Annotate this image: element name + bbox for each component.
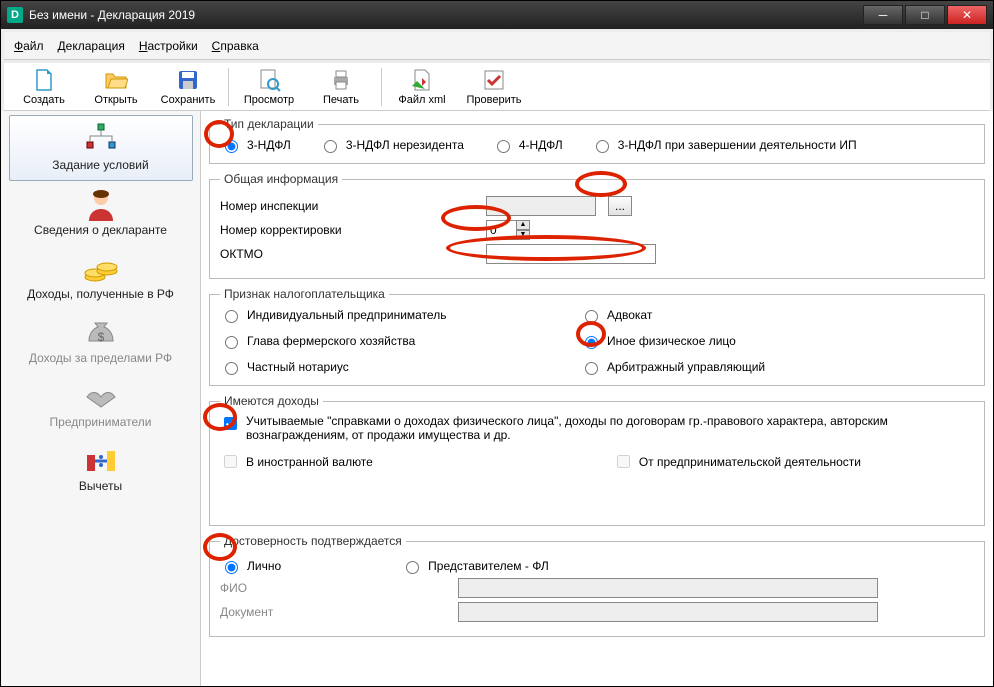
xml-file-icon bbox=[410, 68, 434, 92]
save-icon bbox=[176, 68, 200, 92]
coins-icon bbox=[81, 251, 121, 285]
radio-4ndfl[interactable]: 4-НДФЛ bbox=[492, 137, 563, 153]
confirmation-legend: Достоверность подтверждается bbox=[220, 534, 406, 548]
sidebar-item-label: Сведения о декларанте bbox=[11, 223, 191, 237]
correction-input[interactable] bbox=[486, 220, 516, 240]
toolbar-print-button[interactable]: Печать bbox=[305, 64, 377, 110]
spin-up-button[interactable]: ▲ bbox=[516, 220, 530, 230]
deductions-icon bbox=[81, 443, 121, 477]
sidebar-item-label: Предприниматели bbox=[11, 415, 191, 429]
taxpayer-sign-group: Признак налогоплательщика Индивидуальный… bbox=[209, 287, 985, 386]
sidebar-item-income-rf[interactable]: Доходы, полученные в РФ bbox=[9, 245, 193, 309]
sidebar-item-label: Вычеты bbox=[11, 479, 191, 493]
workspace: Задание условий Сведения о декларанте До… bbox=[1, 111, 993, 687]
inspection-label: Номер инспекции bbox=[220, 199, 450, 213]
radio-notary[interactable]: Частный нотариус bbox=[220, 359, 580, 375]
close-button[interactable]: ✕ bbox=[947, 5, 987, 25]
conditions-icon bbox=[81, 122, 121, 156]
money-bag-icon: $ bbox=[81, 315, 121, 349]
preview-icon bbox=[257, 68, 281, 92]
toolbar-open-button[interactable]: Открыть bbox=[80, 64, 152, 110]
sidebar: Задание условий Сведения о декларанте До… bbox=[1, 111, 201, 687]
declaration-type-group: Тип декларации 3-НДФЛ 3-НДФЛ нерезидента… bbox=[209, 117, 985, 164]
oktmo-label: ОКТМО bbox=[220, 247, 450, 261]
menu-help[interactable]: Справка bbox=[212, 39, 259, 53]
folder-open-icon bbox=[104, 68, 128, 92]
sidebar-item-label: Задание условий bbox=[12, 158, 190, 172]
titlebar: D Без имени - Декларация 2019 ─ □ ✕ bbox=[1, 1, 993, 29]
toolbar-separator bbox=[381, 68, 382, 106]
sidebar-item-label: Доходы за пределами РФ bbox=[11, 351, 191, 365]
document-label: Документ bbox=[220, 605, 450, 619]
fio-input bbox=[458, 578, 878, 598]
menu-declaration[interactable]: Декларация bbox=[58, 39, 125, 53]
sidebar-item-deductions[interactable]: Вычеты bbox=[9, 437, 193, 501]
window-title: Без имени - Декларация 2019 bbox=[29, 8, 195, 22]
sidebar-item-entrepreneurs[interactable]: Предприниматели bbox=[9, 373, 193, 437]
toolbar-save-button[interactable]: Сохранить bbox=[152, 64, 224, 110]
income-group: Имеются доходы Учитываемые "справками о … bbox=[209, 394, 985, 526]
radio-other-person[interactable]: Иное физическое лицо bbox=[580, 333, 974, 349]
new-file-icon bbox=[32, 68, 56, 92]
correction-label: Номер корректировки bbox=[220, 223, 450, 237]
income-legend: Имеются доходы bbox=[220, 394, 323, 408]
menu-file[interactable]: Файл bbox=[14, 39, 44, 53]
app-icon: D bbox=[7, 7, 23, 23]
maximize-button[interactable]: □ bbox=[905, 5, 945, 25]
radio-3ndfl[interactable]: 3-НДФЛ bbox=[220, 137, 291, 153]
check-income-foreign[interactable]: В иностранной валюте bbox=[220, 452, 373, 471]
toolbar-xml-button[interactable]: Файл xml bbox=[386, 64, 458, 110]
confirmation-group: Достоверность подтверждается Лично Предс… bbox=[209, 534, 985, 637]
fio-label: ФИО bbox=[220, 581, 450, 595]
radio-ip[interactable]: Индивидуальный предприниматель bbox=[220, 307, 580, 323]
toolbar: Создать Открыть Сохранить Просмотр Печат… bbox=[4, 63, 990, 111]
check-income-business[interactable]: От предпринимательской деятельности bbox=[613, 452, 861, 471]
sidebar-item-declarant[interactable]: Сведения о декларанте bbox=[9, 181, 193, 245]
document-input bbox=[458, 602, 878, 622]
sidebar-item-income-foreign[interactable]: $ Доходы за пределами РФ bbox=[9, 309, 193, 373]
toolbar-separator bbox=[228, 68, 229, 106]
check-income-refs[interactable]: Учитываемые "справками о доходах физичес… bbox=[220, 414, 974, 442]
inspection-lookup-button[interactable]: ... bbox=[608, 196, 632, 216]
radio-confirm-personal[interactable]: Лично bbox=[220, 558, 281, 574]
menubar: Файл Декларация Настройки Справка bbox=[4, 32, 990, 60]
app-window: D Без имени - Декларация 2019 ─ □ ✕ Файл… bbox=[0, 0, 994, 687]
sidebar-item-conditions[interactable]: Задание условий bbox=[9, 115, 193, 181]
correction-spinner[interactable]: ▲▼ bbox=[486, 220, 530, 240]
radio-farmer[interactable]: Глава фермерского хозяйства bbox=[220, 333, 580, 349]
toolbar-create-button[interactable]: Создать bbox=[8, 64, 80, 110]
menu-settings[interactable]: Настройки bbox=[139, 39, 198, 53]
taxpayer-sign-legend: Признак налогоплательщика bbox=[220, 287, 389, 301]
declaration-type-legend: Тип декларации bbox=[220, 117, 318, 131]
radio-confirm-rep[interactable]: Представителем - ФЛ bbox=[401, 558, 549, 574]
radio-advocate[interactable]: Адвокат bbox=[580, 307, 974, 323]
general-info-group: Общая информация Номер инспекции ... Ном… bbox=[209, 172, 985, 279]
radio-arbitr[interactable]: Арбитражный управляющий bbox=[580, 359, 974, 375]
inspection-input[interactable] bbox=[486, 196, 596, 216]
oktmo-input[interactable] bbox=[486, 244, 656, 264]
radio-3ndfl-ip-close[interactable]: 3-НДФЛ при завершении деятельности ИП bbox=[591, 137, 857, 153]
print-icon bbox=[329, 68, 353, 92]
toolbar-check-button[interactable]: Проверить bbox=[458, 64, 530, 110]
minimize-button[interactable]: ─ bbox=[863, 5, 903, 25]
content-panel: Тип декларации 3-НДФЛ 3-НДФЛ нерезидента… bbox=[201, 111, 993, 687]
handshake-icon bbox=[81, 379, 121, 413]
sidebar-item-label: Доходы, полученные в РФ bbox=[11, 287, 191, 301]
radio-3ndfl-nonresident[interactable]: 3-НДФЛ нерезидента bbox=[319, 137, 464, 153]
svg-text:$: $ bbox=[97, 330, 104, 344]
general-info-legend: Общая информация bbox=[220, 172, 342, 186]
person-icon bbox=[81, 187, 121, 221]
spin-down-button[interactable]: ▼ bbox=[516, 230, 530, 240]
check-icon bbox=[482, 68, 506, 92]
toolbar-preview-button[interactable]: Просмотр bbox=[233, 64, 305, 110]
